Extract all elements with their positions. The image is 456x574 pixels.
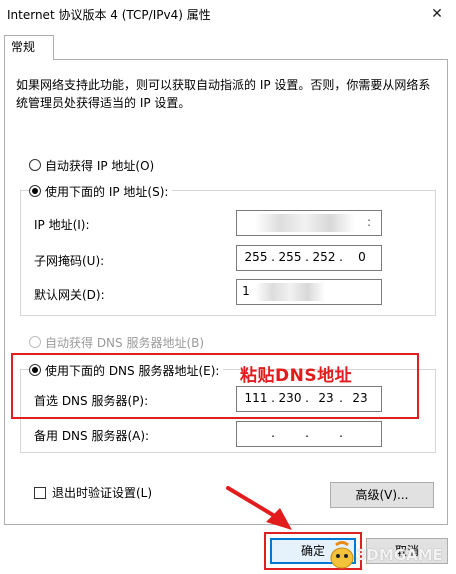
watermark-text: 3DMGAME [356, 546, 443, 564]
arrow-annotation [226, 486, 292, 530]
mascot-logo-icon [330, 541, 354, 569]
arrow-shaft [226, 486, 280, 520]
tab-general[interactable]: 常规 [4, 35, 54, 60]
watermark: 3DMGAME [328, 540, 443, 570]
